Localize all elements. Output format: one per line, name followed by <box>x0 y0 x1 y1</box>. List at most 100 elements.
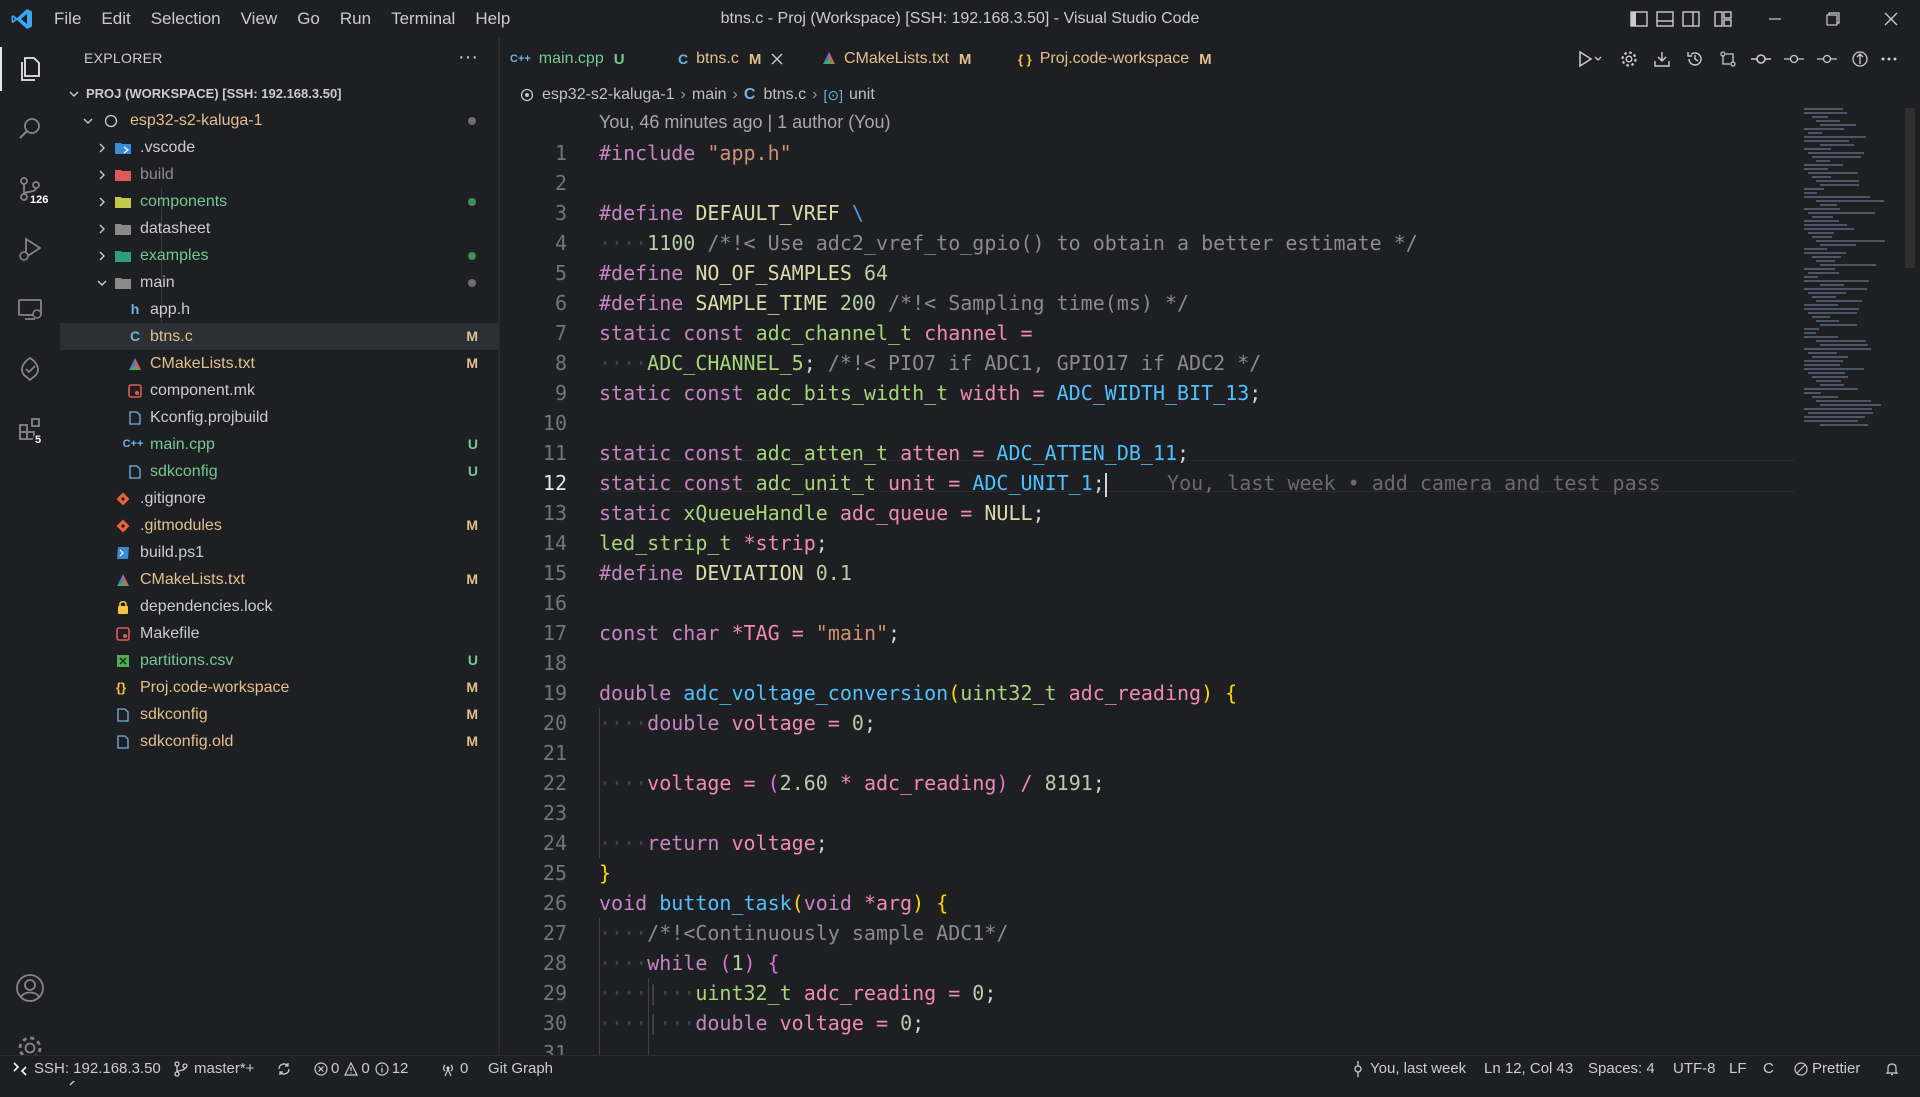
more-actions-icon[interactable]: ··· <box>458 46 478 69</box>
toggle-secondary-sidebar-button[interactable] <box>1678 0 1704 38</box>
remote-explorer-view-button[interactable] <box>0 281 60 337</box>
menu-run[interactable]: Run <box>340 9 371 29</box>
code-line: 24 ····return voltage; <box>542 831 828 855</box>
blame-indicator[interactable]: You, last week <box>1352 1056 1466 1081</box>
tree-folder-main[interactable]: main <box>60 269 498 296</box>
tree-file-btns-c[interactable]: C btns.c M <box>60 323 498 350</box>
git-commit-icon <box>1750 54 1771 64</box>
tree-file-main-cmakelists[interactable]: CMakeLists.txt M <box>60 350 498 377</box>
tree-file-workspace[interactable]: {} Proj.code-workspace M <box>60 674 498 701</box>
minimap-line <box>1804 336 1838 338</box>
search-view-button[interactable] <box>0 101 60 157</box>
minimize-button[interactable] <box>1746 0 1804 38</box>
sync-button[interactable] <box>276 1056 292 1081</box>
open-changes-button[interactable] <box>1843 50 1876 68</box>
tree-file-gitmodules[interactable]: .gitmodules M <box>60 512 498 539</box>
menu-edit[interactable]: Edit <box>101 9 130 29</box>
more-editor-actions-button[interactable] <box>1876 56 1902 62</box>
toggle-panel-button[interactable] <box>1652 0 1678 38</box>
ports-indicator[interactable]: 0 <box>440 1056 468 1081</box>
tree-folder-datasheet[interactable]: datasheet <box>60 215 498 242</box>
minimap-line <box>1812 236 1832 238</box>
menu-file[interactable]: File <box>54 9 81 29</box>
tree-file-makefile[interactable]: Makefile <box>60 620 498 647</box>
tree-folder-examples[interactable]: examples <box>60 242 498 269</box>
menu-go[interactable]: Go <box>297 9 320 29</box>
close-icon <box>771 53 783 65</box>
indentation-indicator[interactable]: Spaces: 4 <box>1588 1056 1655 1081</box>
tree-item-label: .gitignore <box>140 490 206 507</box>
close-tab-button[interactable] <box>771 53 783 65</box>
source-control-badge: 126 <box>28 194 51 206</box>
git-commit-button[interactable] <box>1744 50 1777 68</box>
tab-proj-code-workspace[interactable]: { } Proj.code-workspace M <box>1018 38 1238 80</box>
tree-file-dependencies-lock[interactable]: dependencies.lock <box>60 593 498 620</box>
tree-file-build-ps1[interactable]: build.ps1 <box>60 539 498 566</box>
accounts-button[interactable] <box>0 960 60 1016</box>
tree-file-gitignore[interactable]: .gitignore <box>60 485 498 512</box>
problems-indicator[interactable]: 0 0 12 <box>314 1056 408 1081</box>
history-action-button[interactable] <box>1678 50 1711 68</box>
close-window-button[interactable] <box>1862 0 1920 38</box>
testing-view-button[interactable] <box>0 341 60 397</box>
previous-change-button[interactable] <box>1777 50 1810 68</box>
prettier-indicator[interactable]: Prettier <box>1794 1056 1860 1081</box>
branch-indicator[interactable]: master*+ <box>174 1056 254 1081</box>
tab-main-cpp[interactable]: C++ main.cpp U <box>510 38 660 80</box>
tree-folder-esp32-s2-kaluga-1[interactable]: esp32-s2-kaluga-1 <box>60 107 498 134</box>
run-dropdown-button[interactable] <box>1568 50 1612 68</box>
source-control-view-button[interactable]: 126 <box>0 161 60 217</box>
tree-folder-vscode[interactable]: .vscode <box>60 134 498 161</box>
tree-file-main-sdkconfig[interactable]: sdkconfig U <box>60 458 498 485</box>
tree-folder-build[interactable]: build <box>60 161 498 188</box>
encoding-indicator[interactable]: UTF-8 <box>1673 1056 1716 1081</box>
settings-action-button[interactable] <box>1612 50 1645 68</box>
layout-grid-icon <box>1714 11 1732 27</box>
breadcrumb-item-symbol[interactable]: unit <box>849 86 875 104</box>
menu-selection[interactable]: Selection <box>151 9 221 29</box>
tree-file-sdkconfig-old[interactable]: sdkconfig.old M <box>60 728 498 755</box>
breadcrumb-item-main[interactable]: main <box>692 86 727 104</box>
language-indicator[interactable]: C <box>1763 1056 1774 1081</box>
codelens-blame[interactable]: You, 46 minutes ago | 1 author (You) <box>599 112 891 133</box>
compare-changes-button[interactable] <box>1711 50 1744 68</box>
menu-terminal[interactable]: Terminal <box>391 9 455 29</box>
warning-icon <box>344 1061 359 1076</box>
repo-circle-icon <box>520 88 534 102</box>
next-change-button[interactable] <box>1810 50 1843 68</box>
tree-file-kconfig[interactable]: Kconfig.projbuild <box>60 404 498 431</box>
minimize-icon <box>1769 18 1781 20</box>
tree-file-app-h[interactable]: h app.h <box>60 296 498 323</box>
minimap-line <box>1820 284 1844 286</box>
menu-help[interactable]: Help <box>475 9 510 29</box>
remote-indicator[interactable]: SSH: 192.168.3.50 <box>0 1056 170 1081</box>
tree-folder-components[interactable]: components <box>60 188 498 215</box>
tree-file-component-mk[interactable]: component.mk <box>60 377 498 404</box>
tree-file-sdkconfig[interactable]: sdkconfig M <box>60 701 498 728</box>
menu-view[interactable]: View <box>241 9 278 29</box>
explorer-view-button[interactable] <box>0 41 60 97</box>
customize-layout-button[interactable] <box>1710 0 1736 38</box>
tree-file-main-cpp[interactable]: C++ main.cpp U <box>60 431 498 458</box>
git-graph-button[interactable]: Git Graph <box>488 1056 553 1081</box>
lock-icon <box>114 593 132 620</box>
breadcrumb-item-file[interactable]: btns.c <box>763 86 806 104</box>
tree-item-label: sdkconfig.old <box>140 733 234 750</box>
tab-cmakelists[interactable]: CMakeLists.txt M <box>822 38 982 80</box>
notifications-button[interactable] <box>1884 1056 1900 1081</box>
toggle-primary-sidebar-button[interactable] <box>1626 0 1652 38</box>
tree-file-partitions-csv[interactable]: partitions.csv U <box>60 647 498 674</box>
download-action-button[interactable] <box>1645 50 1678 68</box>
workspace-header[interactable]: PROJ (WORKSPACE) [SSH: 192.168.3.50] <box>60 80 498 107</box>
tab-btns-c[interactable]: C btns.c M <box>670 38 814 80</box>
restore-button[interactable] <box>1804 0 1862 38</box>
eol-indicator[interactable]: LF <box>1729 1056 1747 1081</box>
run-debug-view-button[interactable] <box>0 221 60 277</box>
extensions-view-button[interactable]: 5 <box>0 401 60 457</box>
tree-file-cmakelists[interactable]: CMakeLists.txt M <box>60 566 498 593</box>
minimap[interactable] <box>1800 108 1900 428</box>
cursor-position[interactable]: Ln 12, Col 43 <box>1484 1056 1573 1081</box>
breadcrumb-item-folder[interactable]: esp32-s2-kaluga-1 <box>542 86 675 104</box>
code-editor[interactable]: You, 46 minutes ago | 1 author (You) 1 #i… <box>500 108 1920 1055</box>
vertical-scrollbar[interactable] <box>1905 108 1915 268</box>
